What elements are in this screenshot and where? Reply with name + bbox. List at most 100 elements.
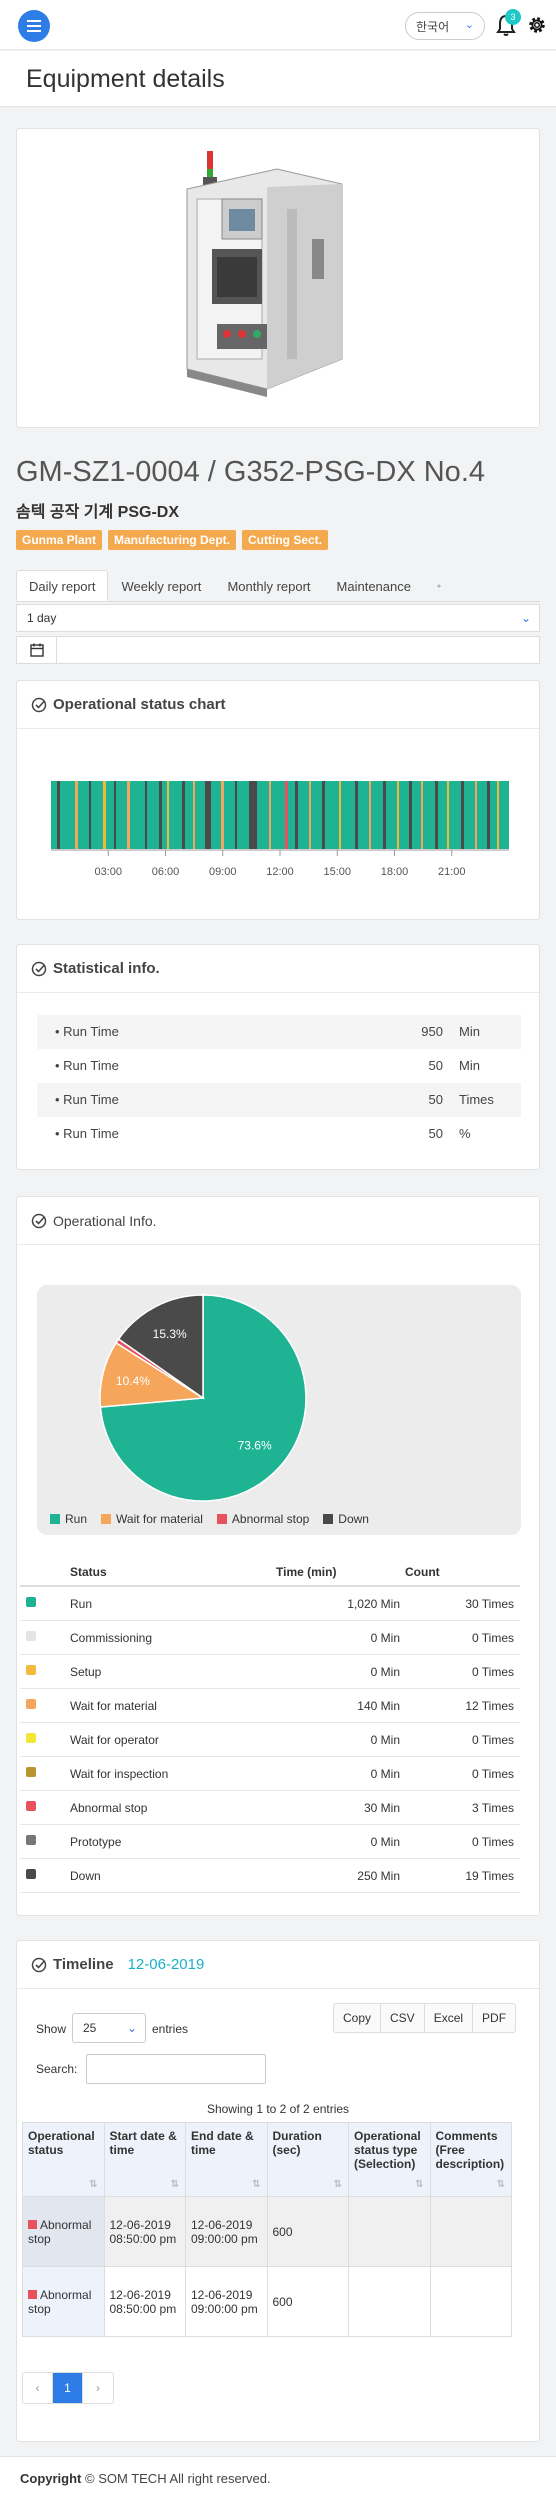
date-picker[interactable]	[16, 636, 540, 664]
equipment-subtitle: 솜텍 공작 기계 PSG-DX	[16, 504, 179, 521]
tab-daily-report[interactable]: Daily report	[16, 570, 109, 601]
period-value: 1 day	[27, 611, 57, 625]
timeline-segment	[145, 781, 147, 849]
status-name: Commissioning	[70, 1631, 153, 1645]
legend-item[interactable]: Wait for material	[101, 1512, 203, 1526]
comment-cell[interactable]	[429, 2196, 512, 2267]
card-title: Statistical info.	[53, 960, 160, 977]
tab-monthly-report[interactable]: Monthly report	[214, 570, 323, 601]
status-count: 12 Times	[465, 1699, 514, 1713]
table-row[interactable]: Abnormal stop 12-06-2019 08:50:00 pm 12-…	[22, 2196, 512, 2267]
type-cell[interactable]	[348, 2266, 431, 2337]
status-name: Setup	[70, 1665, 102, 1679]
card-title: Operational status chart	[53, 696, 226, 713]
timeline-segment	[127, 781, 130, 849]
timeline-segment	[182, 781, 185, 849]
status-color-dot	[26, 1801, 36, 1811]
pie-legend: Run Wait for material Abnormal stop Down	[50, 1512, 369, 1526]
card-header: Statistical info.	[17, 945, 539, 993]
status-table-body: Run 1,020 Min 30 Times Commissioning 0 Min 0 …	[20, 1587, 520, 1893]
legend-label: Abnormal stop	[231, 1512, 310, 1526]
status-row: Prototype 0 Min 0 Times	[20, 1825, 520, 1859]
status-count: 0 Times	[471, 1733, 514, 1747]
end-cell: 12-06-2019 09:00:00 pm	[185, 2266, 268, 2337]
card-title: Timeline	[53, 1956, 114, 1973]
csv-button[interactable]: CSV	[381, 2004, 425, 2032]
type-cell[interactable]	[348, 2196, 431, 2267]
tab-maintenance[interactable]: Maintenance	[324, 570, 424, 601]
stat-label: • Run Time	[55, 1024, 119, 1039]
legend-item[interactable]: Run	[50, 1512, 87, 1526]
menu-button[interactable]	[18, 10, 50, 42]
status-table: Status Time (min) Count Run 1,020 Min 30 T…	[20, 1555, 520, 1893]
timeline-segment	[114, 781, 116, 849]
gear-icon	[529, 17, 545, 33]
timeline-segment	[409, 781, 412, 849]
tag-plant: Gunma Plant	[16, 530, 103, 550]
comment-cell[interactable]	[429, 2266, 512, 2337]
timeline-segment	[269, 781, 271, 849]
period-select[interactable]: 1 day ⌄	[16, 604, 540, 632]
status-color-dot	[26, 1665, 36, 1675]
timeline-segment	[309, 781, 311, 849]
timeline-segment	[249, 781, 257, 849]
legend-item[interactable]: Abnormal stop	[216, 1512, 310, 1526]
status-time: 140 Min	[357, 1699, 400, 1713]
legend-item[interactable]: Down	[323, 1512, 369, 1526]
table-row[interactable]: Abnormal stop 12-06-2019 08:50:00 pm 12-…	[22, 2266, 512, 2337]
settings-button[interactable]	[526, 14, 550, 38]
status-row: Setup 0 Min 0 Times	[20, 1655, 520, 1689]
status-name: Wait for operator	[70, 1733, 159, 1747]
search-input[interactable]	[86, 2054, 266, 2084]
column-header[interactable]: End date & time ⇅	[185, 2122, 268, 2197]
column-header[interactable]: Duration (sec) ⇅	[266, 2122, 349, 2197]
card-header: Operational Info.	[17, 1197, 539, 1245]
excel-button[interactable]: Excel	[425, 2004, 474, 2032]
copyright-text: © SOM TECH All right reserved.	[85, 2471, 271, 2486]
tab-settings[interactable]	[424, 570, 454, 601]
status-color-dot	[26, 1869, 36, 1879]
column-header[interactable]: Operational status ⇅	[22, 2122, 105, 2197]
copy-button[interactable]: Copy	[334, 2004, 382, 2032]
status-name: Down	[70, 1869, 101, 1883]
calendar-icon[interactable]	[17, 637, 57, 663]
timeline-tick-label: 09:00	[209, 866, 237, 878]
column-header[interactable]: Start date & time ⇅	[103, 2122, 186, 2197]
pdf-button[interactable]: PDF	[473, 2004, 515, 2032]
check-circle-icon	[31, 1957, 47, 1972]
pie-label: 15.3%	[153, 1327, 187, 1341]
pagination: ‹ 1 ›	[22, 2372, 114, 2404]
page-title: Equipment details	[26, 65, 225, 93]
timeline-tick-label: 15:00	[323, 866, 351, 878]
prev-page-button[interactable]: ‹	[23, 2373, 53, 2403]
stat-value: 50	[428, 1126, 443, 1141]
status-row: Wait for material 140 Min 12 Times	[20, 1689, 520, 1723]
tag-section: Cutting Sect.	[242, 530, 329, 550]
timeline-tick-label: 12:00	[266, 866, 294, 878]
stat-label: • Run Time	[55, 1058, 119, 1073]
legend-label: Wait for material	[116, 1512, 203, 1526]
timeline-segment	[103, 781, 106, 849]
column-header[interactable]: Operational status type (Selection) ⇅	[348, 2122, 431, 2197]
column-header[interactable]: Comments (Free description) ⇅	[429, 2122, 512, 2197]
card-header: Timeline 12-06-2019	[17, 1941, 539, 1989]
status-row: Run 1,020 Min 30 Times	[20, 1587, 520, 1621]
status-color-dot	[26, 1835, 36, 1845]
entries-select[interactable]: 25 ⌄	[72, 2013, 146, 2043]
timeline-segment	[285, 781, 288, 849]
status-count: 0 Times	[471, 1767, 514, 1781]
stat-row: • Run Time 950 Min	[37, 1015, 521, 1049]
machine-image	[186, 151, 343, 397]
tab-weekly-report[interactable]: Weekly report	[108, 570, 214, 601]
status-count: 3 Times	[471, 1801, 514, 1815]
export-buttons: Copy CSV Excel PDF	[333, 2003, 517, 2033]
duration-cell: 600	[266, 2266, 349, 2337]
status-time: 250 Min	[357, 1869, 400, 1883]
status-count: 0 Times	[471, 1835, 514, 1849]
notification-button[interactable]: 3	[495, 9, 521, 37]
page-button[interactable]: 1	[53, 2373, 83, 2403]
language-select[interactable]: 한국어 ⌄	[405, 12, 485, 40]
next-page-button[interactable]: ›	[83, 2373, 113, 2403]
stat-label: • Run Time	[55, 1092, 119, 1107]
timeline-segment	[421, 781, 423, 849]
